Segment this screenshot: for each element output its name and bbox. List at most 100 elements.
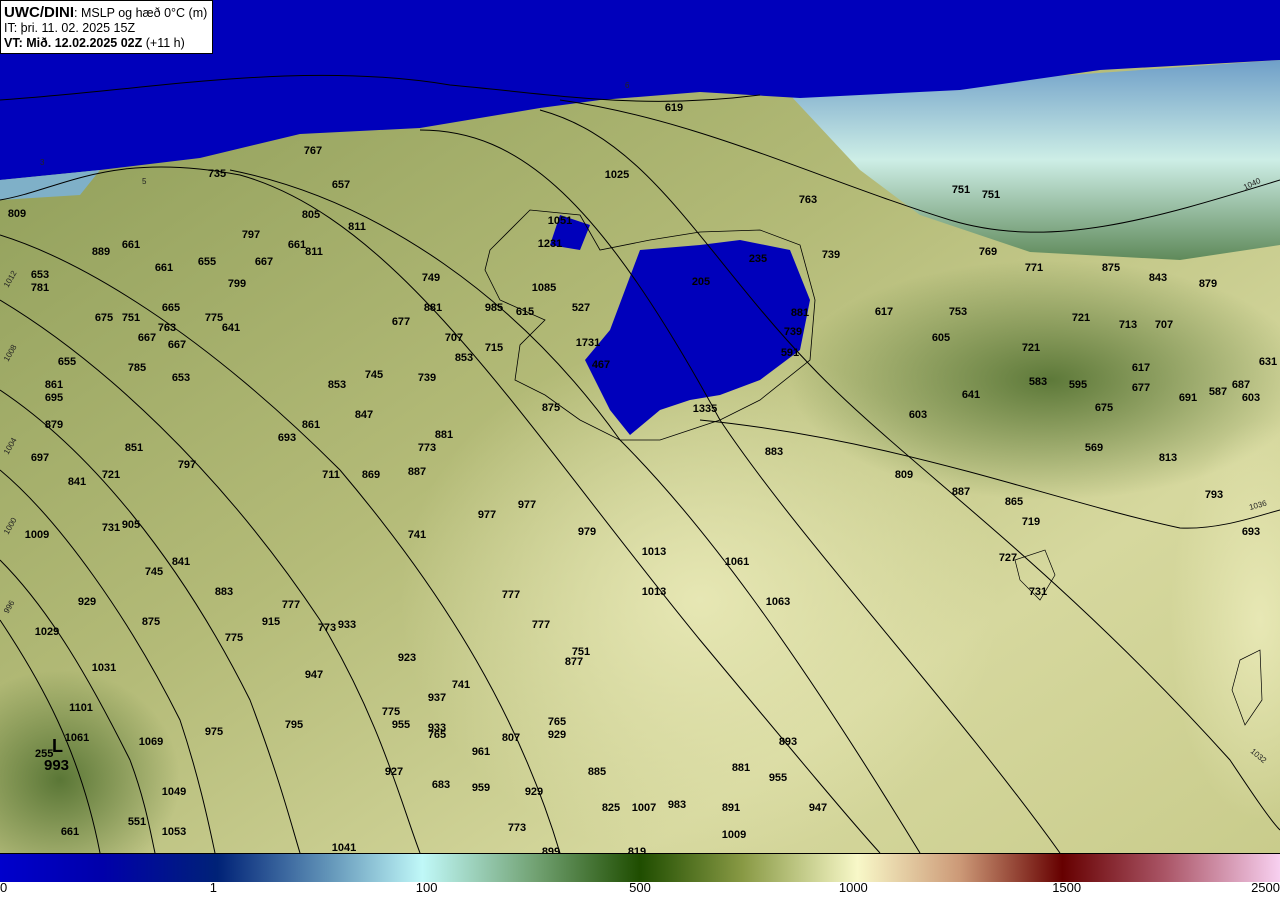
freezing-level-label: 797	[178, 459, 196, 471]
freezing-level-label: 1007	[632, 802, 656, 814]
freezing-level-label: 799	[228, 278, 246, 290]
freezing-level-label: 769	[979, 246, 997, 258]
freezing-level-label: 961	[472, 746, 490, 758]
freezing-level-label: 777	[502, 589, 520, 601]
colorbar	[0, 853, 1280, 882]
freezing-level-label: 795	[285, 719, 303, 731]
freezing-level-label: 1025	[605, 169, 629, 181]
colorbar-tick: 1500	[1052, 880, 1082, 895]
freezing-level-label: 875	[542, 402, 560, 414]
colorbar-tick: 1	[209, 880, 217, 895]
freezing-level-label: 1051	[548, 215, 572, 227]
freezing-level-label: 739	[822, 249, 840, 261]
freezing-level-label: 819	[628, 846, 646, 853]
weather-map: 1012100810041000996104010361032356 76765…	[0, 0, 1280, 853]
freezing-level-label: 1009	[722, 829, 746, 841]
freezing-level-label: 777	[282, 599, 300, 611]
freezing-level-label: 721	[1072, 312, 1090, 324]
freezing-level-label: 665	[162, 302, 180, 314]
colorbar-tick: 0	[0, 880, 8, 895]
freezing-level-label: 661	[155, 262, 173, 274]
freezing-level-label: 933	[338, 619, 356, 631]
freezing-level-label: 721	[1022, 342, 1040, 354]
freezing-level-label: 763	[158, 322, 176, 334]
freezing-level-label: 955	[392, 719, 410, 731]
freezing-level-label: 235	[749, 253, 767, 265]
freezing-level-label: 865	[1005, 496, 1023, 508]
freezing-level-label: 205	[692, 276, 710, 288]
freezing-level-label: 719	[1022, 516, 1040, 528]
freezing-level-label: 875	[142, 616, 160, 628]
freezing-level-label: 881	[732, 762, 750, 774]
freezing-level-label: 1029	[35, 626, 59, 638]
freezing-level-label: 775	[225, 632, 243, 644]
freezing-level-label: 893	[779, 736, 797, 748]
freezing-level-label: 841	[68, 476, 86, 488]
freezing-level-label: 1231	[538, 238, 562, 250]
freezing-level-label: 881	[424, 302, 442, 314]
freezing-level-label: 1061	[65, 732, 89, 744]
freezing-level-label: 1031	[92, 662, 116, 674]
isobar-label: 6	[625, 81, 630, 90]
freezing-level-label: 603	[1242, 392, 1260, 404]
freezing-level-label: 527	[572, 302, 590, 314]
freezing-level-label: 905	[122, 519, 140, 531]
freezing-level-label: 1335	[693, 403, 717, 415]
freezing-level-label: 929	[78, 596, 96, 608]
freezing-level-label: 655	[198, 256, 216, 268]
freezing-level-label: 739	[784, 326, 802, 338]
freezing-level-label: 675	[95, 312, 113, 324]
freezing-level-label: 745	[145, 566, 163, 578]
freezing-level-label: 811	[348, 221, 366, 233]
freezing-level-label: 683	[432, 779, 450, 791]
isobar-label: 5	[142, 177, 147, 186]
freezing-level-label: 697	[31, 452, 49, 464]
freezing-level-label: 727	[999, 552, 1017, 564]
freezing-level-label: 641	[962, 389, 980, 401]
freezing-level-label: 773	[418, 442, 436, 454]
freezing-level-label: 809	[895, 469, 913, 481]
freezing-level-label: 879	[45, 419, 63, 431]
freezing-level-label: 853	[328, 379, 346, 391]
freezing-level-label: 775	[382, 706, 400, 718]
colorbar-tick: 500	[629, 880, 651, 895]
freezing-level-label: 1069	[139, 736, 163, 748]
freezing-level-label: 765	[548, 716, 566, 728]
freezing-level-label: 797	[242, 229, 260, 241]
freezing-level-label: 631	[1259, 356, 1277, 368]
colorbar-tick: 100	[415, 880, 438, 895]
freezing-level-label: 605	[932, 332, 950, 344]
freezing-level-label: 1041	[332, 842, 356, 853]
freezing-level-label: 979	[578, 526, 596, 538]
freezing-level-label: 707	[1155, 319, 1173, 331]
freezing-level-label: 595	[1069, 379, 1087, 391]
colorbar-tick: 1000	[838, 880, 868, 895]
freezing-level-label: 661	[122, 239, 140, 251]
freezing-level-label: 735	[208, 168, 226, 180]
freezing-level-label: 977	[518, 499, 536, 511]
freezing-level-label: 775	[205, 312, 223, 324]
freezing-level-label: 889	[92, 246, 110, 258]
freezing-level-label: 655	[58, 356, 76, 368]
freezing-level-label: 653	[172, 372, 190, 384]
issue-time: IT: þri. 11. 02. 2025 15Z	[4, 21, 136, 35]
freezing-level-label: 1013	[642, 546, 666, 558]
freezing-level-label: 807	[502, 732, 520, 744]
freezing-level-label: 885	[588, 766, 606, 778]
map-header: UWC/DINI: MSLP og hæð 0°C (m) IT: þri. 1…	[0, 0, 214, 54]
model-name: UWC/DINI	[4, 4, 74, 21]
freezing-level-label: 617	[875, 306, 893, 318]
freezing-level-label: 923	[398, 652, 416, 664]
freezing-level-label: 667	[255, 256, 273, 268]
valid-time: VT: Mið. 12.02.2025 02Z	[4, 36, 143, 50]
freezing-level-label: 657	[332, 179, 350, 191]
freezing-level-label: 467	[592, 359, 610, 371]
freezing-level-label: 975	[205, 726, 223, 738]
freezing-level-label: 619	[665, 102, 683, 114]
freezing-level-label: 813	[1159, 452, 1177, 464]
freezing-level-label: 1049	[162, 786, 186, 798]
freezing-level-label: 825	[602, 802, 620, 814]
freezing-level-label: 861	[302, 419, 320, 431]
low-pressure-marker: L	[52, 736, 63, 756]
freezing-level-label: 583	[1029, 376, 1047, 388]
